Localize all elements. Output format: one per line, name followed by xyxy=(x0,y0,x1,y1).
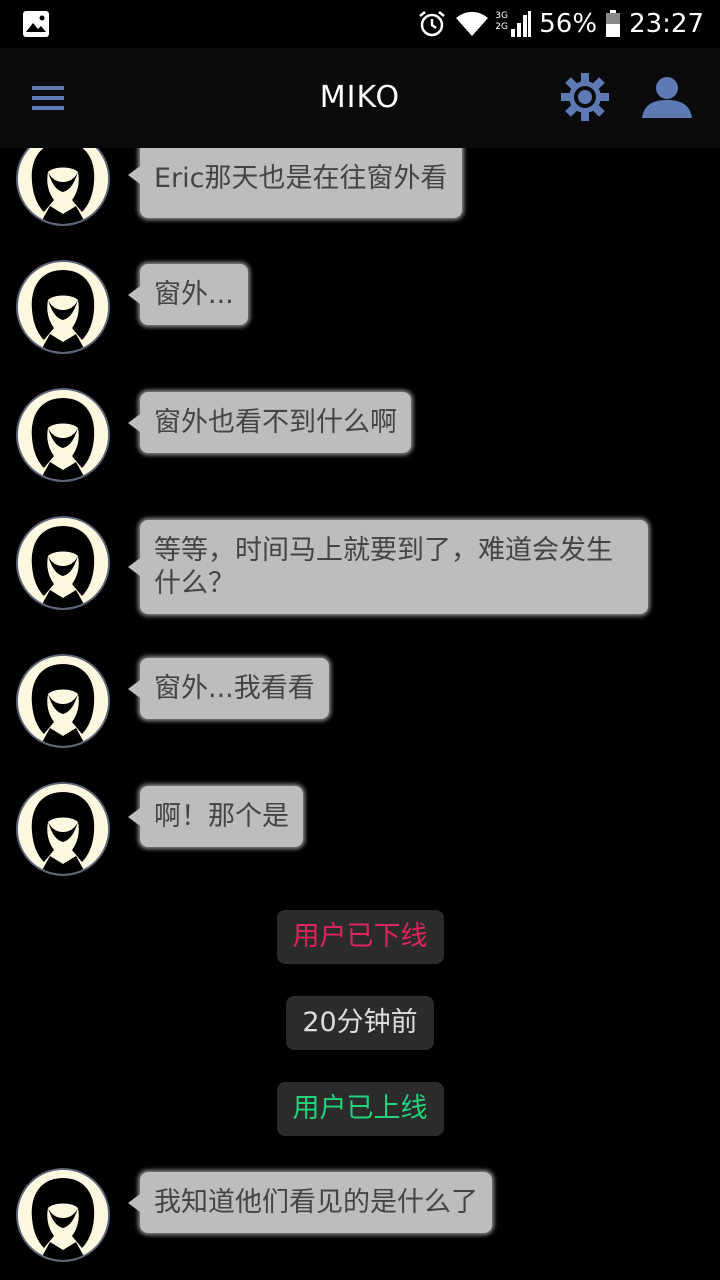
profile-button[interactable] xyxy=(640,74,694,122)
offline-label: 用户已下线 xyxy=(276,910,444,964)
avatar[interactable] xyxy=(16,654,110,748)
chat-list[interactable]: Eric那天也是在往窗外看 窗外... 窗外也看不到什么啊 等等，时间马上就要到… xyxy=(0,148,720,1280)
signal-icon: 3G 2G xyxy=(495,9,532,39)
avatar[interactable] xyxy=(16,1168,110,1262)
gear-icon xyxy=(561,73,609,121)
alarm-icon xyxy=(417,9,447,39)
avatar-silhouette xyxy=(18,784,108,874)
avatar-silhouette xyxy=(18,656,108,746)
page-title: MIKO xyxy=(319,80,401,115)
avatar-silhouette xyxy=(18,390,108,480)
system-notice-online: 用户已上线 xyxy=(0,1082,720,1136)
message-bubble[interactable]: 窗外... xyxy=(128,264,248,325)
avatar-silhouette xyxy=(18,518,108,608)
avatar[interactable] xyxy=(16,782,110,876)
timestamp-label: 20分钟前 xyxy=(286,996,434,1050)
status-bar: 3G 2G 56% 23:27 xyxy=(0,0,720,48)
message-bubble[interactable]: 等等，时间马上就要到了，难道会发生什么？ xyxy=(128,520,648,614)
network-type-label: 3G 2G xyxy=(495,11,508,32)
message-bubble[interactable]: Eric那天也是在往窗外看 xyxy=(128,148,462,218)
avatar[interactable] xyxy=(16,260,110,354)
battery-icon xyxy=(605,10,621,38)
avatar-silhouette xyxy=(18,1170,108,1260)
avatar-silhouette xyxy=(18,148,108,224)
avatar[interactable] xyxy=(16,148,110,226)
battery-percent: 56% xyxy=(539,9,598,39)
system-notice-timestamp: 20分钟前 xyxy=(0,996,720,1050)
person-icon xyxy=(642,77,692,118)
message-bubble[interactable]: 窗外也看不到什么啊 xyxy=(128,392,411,453)
gallery-notification-icon xyxy=(22,10,50,42)
system-notice-offline: 用户已下线 xyxy=(0,910,720,964)
avatar-silhouette xyxy=(18,262,108,352)
message-bubble[interactable]: 啊！那个是 xyxy=(128,786,303,847)
message-bubble[interactable]: 我知道他们看见的是什么了 xyxy=(128,1172,492,1233)
settings-button[interactable] xyxy=(560,72,610,122)
online-label: 用户已上线 xyxy=(276,1082,444,1136)
wifi-icon xyxy=(455,10,489,38)
app-bar: MIKO xyxy=(0,48,720,148)
avatar[interactable] xyxy=(16,388,110,482)
message-bubble[interactable]: 窗外...我看看 xyxy=(128,658,329,719)
clock: 23:27 xyxy=(629,9,704,39)
avatar[interactable] xyxy=(16,516,110,610)
